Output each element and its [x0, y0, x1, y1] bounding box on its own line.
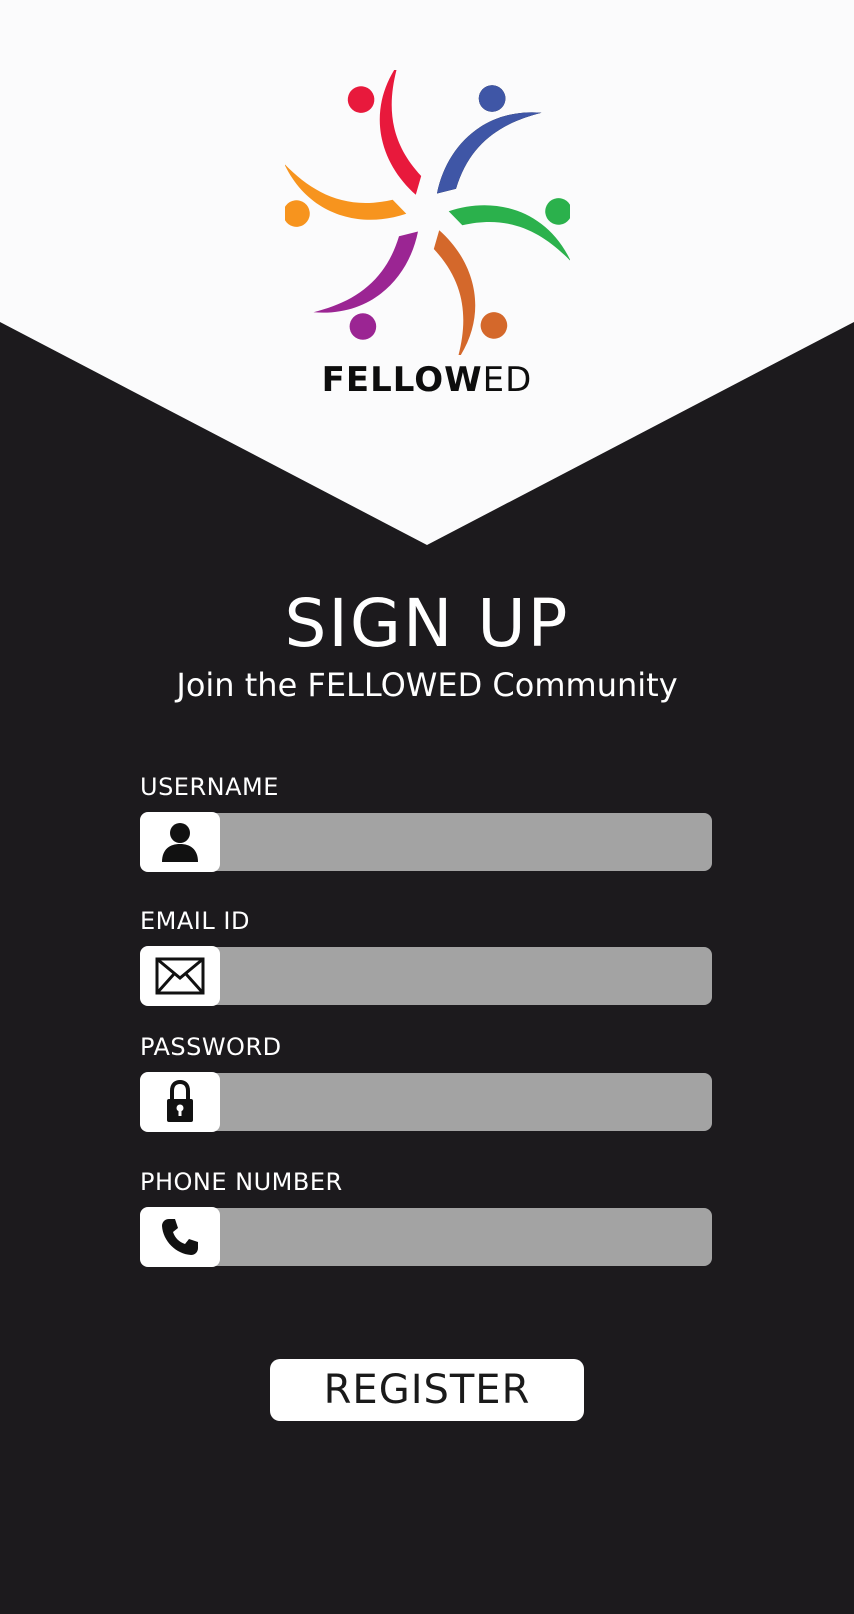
page-title: SIGN UP	[284, 585, 570, 662]
email-input[interactable]	[222, 947, 710, 1007]
register-button[interactable]: REGISTER	[270, 1359, 584, 1421]
password-field[interactable]	[140, 1072, 712, 1133]
phone-field-group: PHONE NUMBER	[140, 1167, 712, 1268]
envelope-icon	[140, 946, 220, 1006]
brand-name-light: ED	[482, 360, 533, 400]
username-field-group: USERNAME	[140, 772, 712, 873]
phone-icon	[140, 1207, 220, 1267]
phone-field[interactable]	[140, 1207, 712, 1268]
password-field-group: PASSWORD	[140, 1032, 712, 1133]
phone-label: PHONE NUMBER	[140, 1168, 343, 1196]
brand-wordmark: FELLOWED	[0, 360, 854, 400]
username-input[interactable]	[222, 813, 710, 873]
fellowed-logo	[285, 70, 570, 355]
password-input[interactable]	[222, 1073, 710, 1133]
username-field[interactable]	[140, 812, 712, 873]
user-icon	[140, 812, 220, 872]
phone-input[interactable]	[222, 1208, 710, 1268]
email-field-group: EMAIL ID	[140, 906, 712, 1007]
page-subtitle: Join the FELLOWED Community	[176, 666, 678, 704]
email-label: EMAIL ID	[140, 907, 250, 935]
username-label: USERNAME	[140, 773, 279, 801]
email-field[interactable]	[140, 946, 712, 1007]
lock-icon	[140, 1072, 220, 1132]
password-label: PASSWORD	[140, 1033, 282, 1061]
brand-name-bold: FELLOW	[321, 360, 483, 400]
